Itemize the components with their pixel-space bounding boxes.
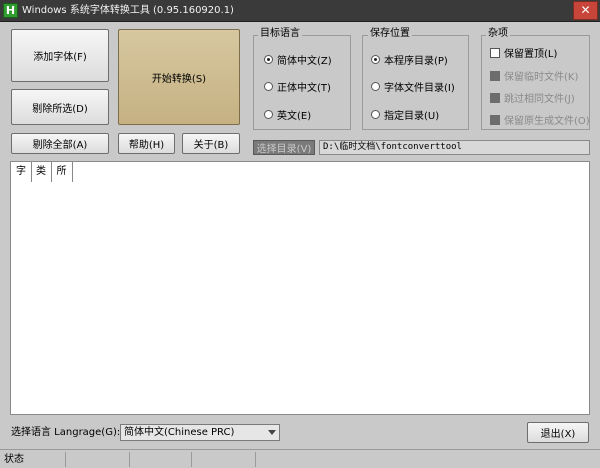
language-select[interactable]: 简体中文(Chinese PRC) — [120, 424, 280, 441]
checkbox-skip-same-files[interactable]: 跳过相同文件(J) — [490, 90, 575, 105]
checkbox-label: 保留置顶(L) — [504, 49, 558, 60]
add-font-button[interactable]: 添加字体(F) — [11, 29, 109, 82]
language-label: 选择语言 Langrage(G): — [11, 427, 121, 438]
status-cell — [192, 452, 256, 467]
directory-path-field[interactable]: D:\临时文档\fontconverttool — [319, 140, 590, 155]
radio-english[interactable]: 英文(E) — [264, 107, 311, 122]
status-cell — [130, 452, 192, 467]
status-text: 状态 — [0, 452, 66, 467]
status-bar: 状态 — [0, 449, 600, 468]
radio-label: 简体中文(Z) — [277, 56, 332, 67]
column-header[interactable]: 字 — [11, 162, 32, 182]
radio-label: 正体中文(T) — [277, 83, 331, 94]
radio-program-directory[interactable]: 本程序目录(P) — [371, 52, 448, 67]
font-list[interactable]: 字 类 所 — [10, 161, 590, 415]
remove-selected-button[interactable]: 剔除所选(D) — [11, 89, 109, 125]
checkbox-label: 跳过相同文件(J) — [504, 94, 575, 105]
radio-label: 指定目录(U) — [384, 111, 440, 122]
title-bar[interactable]: H Windows 系统字体转换工具 (0.95.160920.1) ✕ — [0, 0, 600, 22]
exit-button[interactable]: 退出(X) — [527, 422, 589, 443]
checkbox-keep-original-output[interactable]: 保留原生成文件(O) — [490, 112, 590, 127]
checkbox-keep-on-top[interactable]: 保留置顶(L) — [490, 45, 557, 60]
radio-traditional-chinese[interactable]: 正体中文(T) — [264, 79, 331, 94]
radio-label: 英文(E) — [277, 111, 312, 122]
close-button[interactable]: ✕ — [573, 1, 598, 20]
remove-all-button[interactable]: 剔除全部(A) — [11, 133, 109, 154]
target-language-title: 目标语言 — [258, 27, 302, 41]
checkbox-disabled-icon — [490, 114, 500, 125]
radio-selected-icon — [264, 55, 273, 64]
radio-specified-directory[interactable]: 指定目录(U) — [371, 107, 439, 122]
close-icon: ✕ — [580, 3, 591, 17]
checkbox-keep-temp-files[interactable]: 保留临时文件(K) — [490, 68, 578, 83]
radio-icon — [264, 110, 273, 119]
checkbox-icon — [490, 47, 500, 58]
help-button[interactable]: 帮助(H) — [118, 133, 175, 154]
checkbox-disabled-icon — [490, 92, 500, 103]
radio-icon — [371, 82, 380, 91]
chevron-down-icon — [268, 430, 276, 435]
radio-font-file-directory[interactable]: 字体文件目录(I) — [371, 79, 455, 94]
radio-selected-icon — [371, 55, 380, 64]
radio-icon — [371, 110, 380, 119]
window-title: Windows 系统字体转换工具 (0.95.160920.1) — [22, 5, 234, 16]
radio-icon — [264, 82, 273, 91]
column-header[interactable]: 所 — [51, 162, 73, 182]
about-button[interactable]: 关于(B) — [182, 133, 240, 154]
select-directory-button[interactable]: 选择目录(V) — [253, 140, 315, 155]
checkbox-disabled-icon — [490, 70, 500, 81]
status-cell — [66, 452, 130, 467]
checkbox-label: 保留临时文件(K) — [504, 72, 579, 83]
start-convert-button[interactable]: 开始转换(S) — [118, 29, 240, 125]
radio-simplified-chinese[interactable]: 简体中文(Z) — [264, 52, 332, 67]
language-select-value: 简体中文(Chinese PRC) — [124, 427, 235, 438]
column-header[interactable]: 类 — [31, 162, 52, 182]
radio-label: 字体文件目录(I) — [384, 83, 455, 94]
radio-label: 本程序目录(P) — [384, 56, 448, 67]
checkbox-label: 保留原生成文件(O) — [504, 116, 590, 127]
misc-title: 杂项 — [486, 27, 510, 41]
save-location-title: 保存位置 — [368, 27, 412, 41]
app-icon: H — [3, 3, 18, 18]
